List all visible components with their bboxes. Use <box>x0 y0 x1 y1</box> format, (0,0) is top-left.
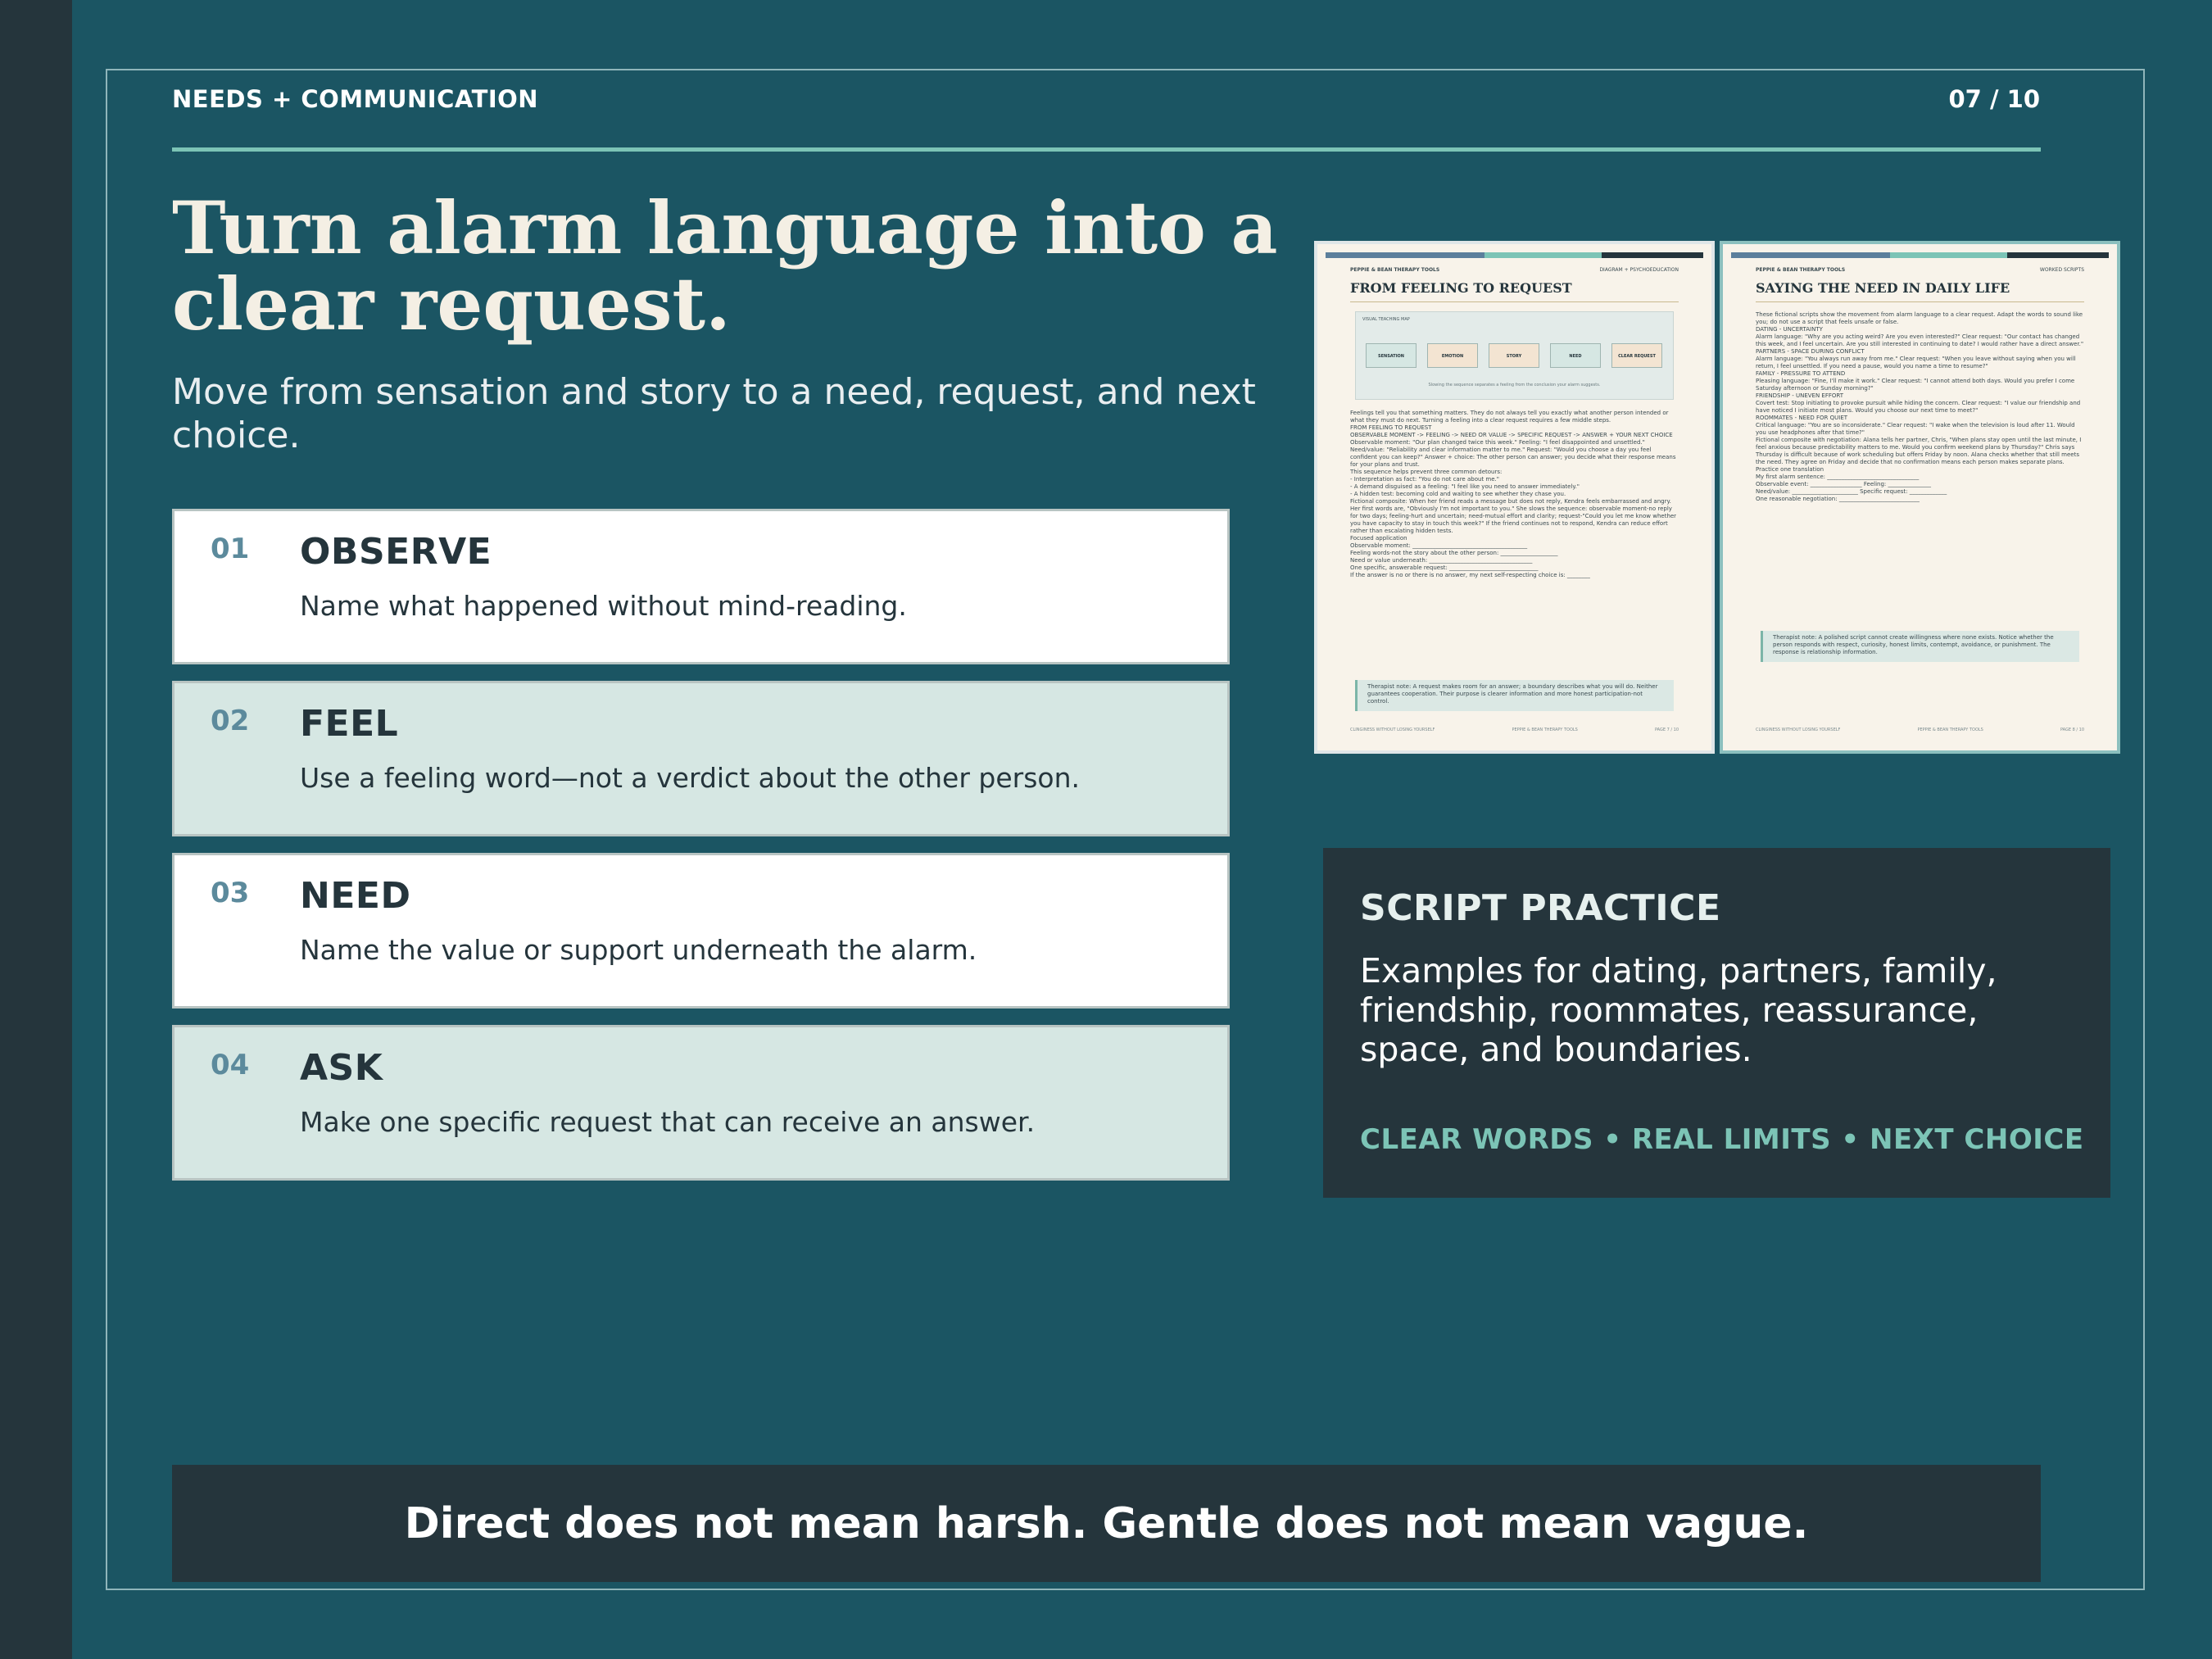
thumbnail-tag: DIAGRAM + PSYCHOEDUCATION <box>1599 267 1679 273</box>
map-caption: Slowing the sequence separates a feeling… <box>1428 383 1601 388</box>
section-kicker: NEEDS + COMMUNICATION <box>172 85 539 113</box>
script-practice-tags: CLEAR WORDS • REAL LIMITS • NEXT CHOICE <box>1360 1123 2084 1156</box>
script-practice-heading: SCRIPT PRACTICE <box>1360 887 1721 929</box>
thumbnail-tag: WORKED SCRIPTS <box>2039 267 2084 273</box>
map-label: VISUAL TEACHING MAP <box>1362 317 1410 322</box>
map-node: NEED <box>1550 343 1601 368</box>
therapist-note: Therapist note: A polished script cannot… <box>1761 631 2079 662</box>
step-number: 01 <box>211 533 250 565</box>
thumbnail-title: SAYING THE NEED IN DAILY LIFE <box>1756 280 2010 296</box>
step-description: Make one specific request that can recei… <box>300 1106 1036 1138</box>
map-node: CLEAR REQUEST <box>1611 343 1662 368</box>
slide-subtitle: Move from sensation and story to a need,… <box>172 371 1256 456</box>
step-heading: ASK <box>300 1047 383 1089</box>
step-description: Use a feeling word—not a verdict about t… <box>300 762 1080 794</box>
footer-right: PAGE 7 / 10 <box>1654 728 1679 732</box>
step-heading: OBSERVE <box>300 531 492 573</box>
footer-left: CLINGINESS WITHOUT LOSING YOURSELF <box>1756 728 1841 732</box>
footer-right: PAGE 8 / 10 <box>2060 728 2084 732</box>
thumbnail-footer: CLINGINESS WITHOUT LOSING YOURSELF PEPPI… <box>1756 728 2084 732</box>
footer-left: CLINGINESS WITHOUT LOSING YOURSELF <box>1350 728 1435 732</box>
map-node: EMOTION <box>1427 343 1478 368</box>
script-practice-description: Examples for dating, partners, family, f… <box>1360 951 1997 1069</box>
step-description: Name the value or support underneath the… <box>300 934 977 966</box>
slide-title: Turn alarm language into a clear request… <box>172 185 1278 347</box>
step-heading: FEEL <box>300 703 399 745</box>
takeaway-text: Direct does not mean harsh. Gentle does … <box>404 1498 1809 1548</box>
takeaway-banner: Direct does not mean harsh. Gentle does … <box>172 1465 2041 1582</box>
thumbnail-brand: PEPPIE & BEAN THERAPY TOOLS <box>1350 267 1440 273</box>
script-practice-panel: SCRIPT PRACTICE Examples for dating, par… <box>1323 848 2110 1198</box>
header-rule <box>172 147 2041 152</box>
step-card-feel: 02 FEEL Use a feeling word—not a verdict… <box>172 681 1230 836</box>
worksheet-thumbnail-feeling-to-request[interactable]: PEPPIE & BEAN THERAPY TOOLS DIAGRAM + PS… <box>1314 241 1715 754</box>
step-card-observe: 01 OBSERVE Name what happened without mi… <box>172 509 1230 664</box>
thumbnail-color-bars <box>1731 252 2109 258</box>
thumbnail-color-bars <box>1326 252 1703 258</box>
map-node: SENSATION <box>1366 343 1416 368</box>
step-description: Name what happened without mind-reading. <box>300 590 907 622</box>
step-number: 02 <box>211 705 250 737</box>
footer-center: PEPPIE & BEAN THERAPY TOOLS <box>1512 728 1578 732</box>
thumbnail-footer: CLINGINESS WITHOUT LOSING YOURSELF PEPPI… <box>1350 728 1679 732</box>
step-card-ask: 04 ASK Make one specific request that ca… <box>172 1025 1230 1181</box>
therapist-note: Therapist note: A request makes room for… <box>1355 680 1674 711</box>
thumbnail-body-text: Feelings tell you that something matters… <box>1350 410 1677 578</box>
thumbnail-title-rule <box>1350 301 1679 302</box>
left-sidebar-band <box>0 0 72 1659</box>
step-number: 03 <box>211 877 250 909</box>
thumbnail-brand: PEPPIE & BEAN THERAPY TOOLS <box>1756 267 1846 273</box>
footer-center: PEPPIE & BEAN THERAPY TOOLS <box>1917 728 1983 732</box>
thumbnail-title-rule <box>1756 301 2084 302</box>
page-number: 07 / 10 <box>1948 85 2041 113</box>
worksheet-thumbnail-daily-life[interactable]: PEPPIE & BEAN THERAPY TOOLS WORKED SCRIP… <box>1720 241 2120 754</box>
step-heading: NEED <box>300 875 411 917</box>
thumbnail-body-text: These fictional scripts show the movemen… <box>1756 311 2084 502</box>
map-node: STORY <box>1489 343 1539 368</box>
thumbnail-title: FROM FEELING TO REQUEST <box>1350 280 1572 296</box>
step-card-need: 03 NEED Name the value or support undern… <box>172 853 1230 1009</box>
step-number: 04 <box>211 1049 250 1081</box>
visual-teaching-map: VISUAL TEACHING MAP SENSATION EMOTION ST… <box>1355 311 1674 400</box>
